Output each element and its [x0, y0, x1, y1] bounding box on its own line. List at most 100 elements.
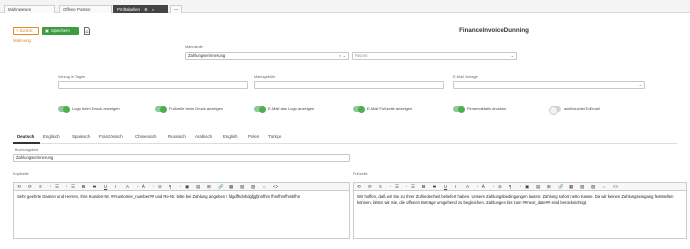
- toggle-email-fusszeile[interactable]: [353, 105, 365, 113]
- chevron-down-icon[interactable]: ⌄: [511, 53, 514, 59]
- toggle-add-voucher[interactable]: [549, 105, 561, 115]
- font-color-icon[interactable]: A: [126, 183, 129, 190]
- image-icon[interactable]: ▣: [185, 183, 189, 190]
- dropdown-dot: •: [137, 185, 138, 188]
- link-icon[interactable]: 🔗: [218, 183, 223, 190]
- fusszeile-text: Wir hoffen, daß wir Sie zu Ihrer Zufried…: [357, 194, 674, 205]
- undo-icon[interactable]: ⟲: [17, 183, 21, 190]
- clear-format-icon[interactable]: ⊘: [158, 183, 162, 190]
- lang-tab-deutsch[interactable]: Deutsch: [17, 134, 34, 139]
- font-color-icon[interactable]: A: [466, 183, 469, 190]
- table-icon[interactable]: ⊞: [207, 183, 211, 190]
- toggle-add-voucher-label: addVoucherToEmail: [564, 106, 600, 111]
- lang-tab-englisch[interactable]: Englisch: [43, 134, 60, 139]
- report-select[interactable]: Report ⌄: [352, 52, 517, 60]
- embed-icon[interactable]: ▨: [251, 183, 255, 190]
- lang-tab-franzoesisch[interactable]: Französisch: [99, 134, 123, 139]
- strikethrough-icon[interactable]: S: [93, 183, 96, 190]
- underline-icon[interactable]: U: [104, 183, 107, 190]
- tab-mahnwesen[interactable]: Mahnwesen: [4, 5, 55, 13]
- bold-icon[interactable]: B: [422, 183, 425, 190]
- lang-tab-arabisch[interactable]: Arabisch: [195, 134, 212, 139]
- fullscreen-icon[interactable]: ⇔: [602, 183, 606, 190]
- code-icon[interactable]: <>: [613, 183, 618, 190]
- save-button-label: Speichern: [50, 28, 70, 33]
- media-icon[interactable]: ▤: [536, 183, 540, 190]
- page-subtitle: Mahnung: [13, 38, 31, 43]
- mahngebuehr-input[interactable]: [254, 81, 444, 89]
- align-icon[interactable]: ≡: [39, 183, 42, 190]
- paragraph-icon[interactable]: ¶: [169, 183, 171, 190]
- text-style-icon[interactable]: Ꭺ: [142, 183, 145, 190]
- email-vorlage-select[interactable]: ⌄: [453, 81, 645, 89]
- block-icon[interactable]: ▧: [580, 183, 584, 190]
- bold-icon[interactable]: B: [82, 183, 85, 190]
- italic-icon[interactable]: I: [455, 183, 456, 190]
- grid-icon[interactable]: ▦: [229, 183, 233, 190]
- mahnstufe-select[interactable]: Zahlungserinnerung × ⌄: [185, 52, 349, 60]
- toggle-email-logo-label: E-Mail das Logo anzeigen: [268, 106, 315, 111]
- gear-icon[interactable]: ⚙: [144, 7, 148, 12]
- media-icon[interactable]: ▤: [196, 183, 200, 190]
- mahngebuehr-label: Mahngebühr: [254, 75, 276, 79]
- dropdown-dot: •: [390, 185, 391, 188]
- lang-tab-spanisch[interactable]: Spanisch: [72, 134, 90, 139]
- lang-tab-english[interactable]: English: [223, 134, 237, 139]
- kopfzeile-editor[interactable]: Sehr geehrte Damen und Herren, Ihre Kund…: [13, 191, 350, 239]
- page-title: FinanceInvoiceDunning: [459, 27, 529, 34]
- fusszeile-label: Fußzeile: [353, 172, 368, 176]
- tab-offene-posten[interactable]: Offene Posten: [59, 5, 112, 13]
- lang-tab-tuerkce[interactable]: Türkçe: [268, 134, 281, 139]
- dropdown-dot: •: [406, 185, 407, 188]
- list-icon[interactable]: ☰: [395, 183, 399, 190]
- chevron-down-icon[interactable]: ⌄: [639, 82, 642, 88]
- fusszeile-editor[interactable]: Wir hoffen, daß wir Sie zu Ihrer Zufried…: [353, 191, 687, 239]
- lang-tab-polen[interactable]: Polen: [248, 134, 259, 139]
- underline-icon[interactable]: U: [444, 183, 447, 190]
- back-button[interactable]: < Zurück: [13, 27, 39, 35]
- document-icon[interactable]: [84, 27, 90, 35]
- italic-icon[interactable]: I: [115, 183, 116, 190]
- dropdown-dot: •: [520, 185, 521, 188]
- block-icon[interactable]: ▧: [240, 183, 244, 190]
- list-icon[interactable]: ☰: [55, 183, 59, 190]
- image-icon[interactable]: ▣: [525, 183, 529, 190]
- code-icon[interactable]: <>: [273, 183, 278, 190]
- close-icon[interactable]: ×: [152, 7, 154, 12]
- tab-pruftabellen[interactable]: Prüftabellen ⚙ ×: [113, 5, 168, 13]
- ordered-list-icon[interactable]: ☰: [71, 183, 75, 190]
- strikethrough-icon[interactable]: S: [433, 183, 436, 190]
- paragraph-icon[interactable]: ¶: [509, 183, 511, 190]
- clear-format-icon[interactable]: ⊘: [498, 183, 502, 190]
- tab-label: Prüftabellen: [117, 7, 140, 12]
- tab-new[interactable]: —: [170, 5, 182, 13]
- table-icon[interactable]: ⊞: [547, 183, 551, 190]
- save-button[interactable]: ▣ Speichern: [42, 27, 79, 35]
- verzug-input[interactable]: [58, 81, 248, 89]
- toggle-logo-druck-label: Logo beim Druck anzeigen: [72, 106, 120, 111]
- toggle-firmendetails[interactable]: [453, 105, 465, 113]
- chevron-down-icon[interactable]: ⌄: [343, 53, 346, 59]
- save-icon: ▣: [45, 28, 49, 33]
- lang-tab-chinesisch[interactable]: Chinesisch: [135, 134, 156, 139]
- link-icon[interactable]: 🔗: [558, 183, 563, 190]
- toggle-email-logo[interactable]: [254, 105, 266, 113]
- redo-icon[interactable]: ⟳: [368, 183, 372, 190]
- lang-tab-russisch[interactable]: Russisch: [168, 134, 186, 139]
- text-style-icon[interactable]: Ꭺ: [482, 183, 485, 190]
- kopfzeile-text: Sehr geehrte Damen und Herren, Ihre Kund…: [17, 194, 301, 199]
- toggle-logo-druck[interactable]: [58, 105, 70, 113]
- dropdown-dot: •: [153, 185, 154, 188]
- redo-icon[interactable]: ⟳: [28, 183, 32, 190]
- grid-icon[interactable]: ▦: [569, 183, 573, 190]
- tab-new-label: —: [174, 7, 179, 12]
- embed-icon[interactable]: ▨: [591, 183, 595, 190]
- align-icon[interactable]: ≡: [379, 183, 382, 190]
- toggle-fusszeile-druck[interactable]: [155, 105, 167, 113]
- undo-icon[interactable]: ⟲: [357, 183, 361, 190]
- ordered-list-icon[interactable]: ☰: [411, 183, 415, 190]
- buchungstext-label: Buchungstext: [15, 148, 39, 152]
- buchungstext-input[interactable]: Zahlungserinnerung: [13, 154, 350, 162]
- fullscreen-icon[interactable]: ⇔: [262, 183, 266, 190]
- clear-icon[interactable]: ×: [339, 53, 341, 59]
